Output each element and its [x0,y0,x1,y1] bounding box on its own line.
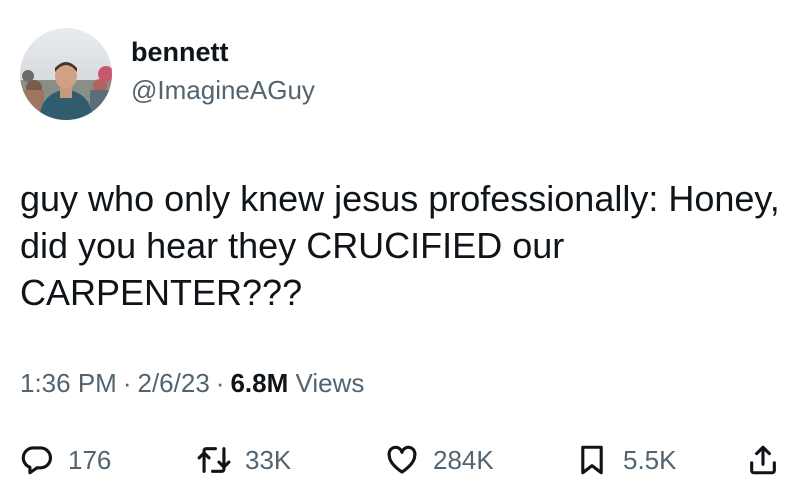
reply-icon [21,446,53,475]
tweet-text-line: did you hear they CRUCIFIED our [20,225,565,266]
bookmark-icon [581,445,603,475]
retweet-button[interactable]: 33K [197,435,291,485]
tweet-date[interactable]: 2/6/23 [138,368,210,398]
reply-button[interactable]: 176 [20,435,111,485]
action-bar: 176 33K 284K 5.5K [0,435,800,485]
display-name[interactable]: bennett [131,36,229,68]
avatar[interactable] [20,28,112,120]
tweet-time[interactable]: 1:36 PM [20,368,117,398]
tweet-text-line: guy who only knew jesus professionally: … [20,178,780,219]
retweet-count: 33K [245,444,292,475]
meta-separator: · [122,368,132,398]
avatar-photo [20,28,112,120]
bookmark-count: 5.5K [623,444,677,475]
like-icon [387,445,417,474]
tweet-meta: 1:36 PM · 2/6/23 · 6.8M Views [20,367,364,399]
bookmark-button[interactable]: 5.5K [575,435,677,485]
like-button[interactable]: 284K [385,435,494,485]
share-icon [750,445,776,475]
like-count: 284K [433,444,494,475]
views-label: Views [295,368,365,398]
user-handle[interactable]: @ImagineAGuy [131,74,315,106]
tweet-text: guy who only knew jesus professionally: … [20,175,780,316]
share-button[interactable] [746,435,780,485]
retweet-icon [197,447,231,473]
reply-count: 176 [68,444,112,475]
meta-separator: · [215,368,225,398]
views-count: 6.8M [230,368,289,398]
tweet-text-line: CARPENTER??? [20,272,303,313]
